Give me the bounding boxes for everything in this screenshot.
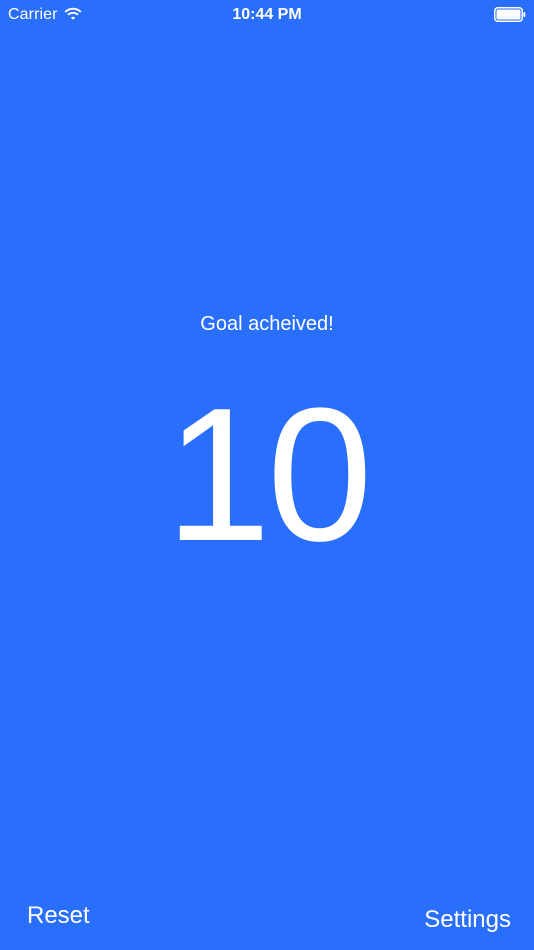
settings-button[interactable]: Settings	[424, 902, 511, 938]
status-bar: Carrier 10:44 PM	[0, 0, 534, 30]
battery-icon	[494, 7, 526, 22]
app-screen: Carrier 10:44 PM Goal acheived! 10 Reset…	[0, 0, 534, 950]
status-time: 10:44 PM	[232, 6, 302, 23]
counter-value: 10	[165, 369, 372, 581]
reset-button[interactable]: Reset	[27, 898, 90, 934]
goal-message: Goal acheived!	[200, 313, 334, 335]
